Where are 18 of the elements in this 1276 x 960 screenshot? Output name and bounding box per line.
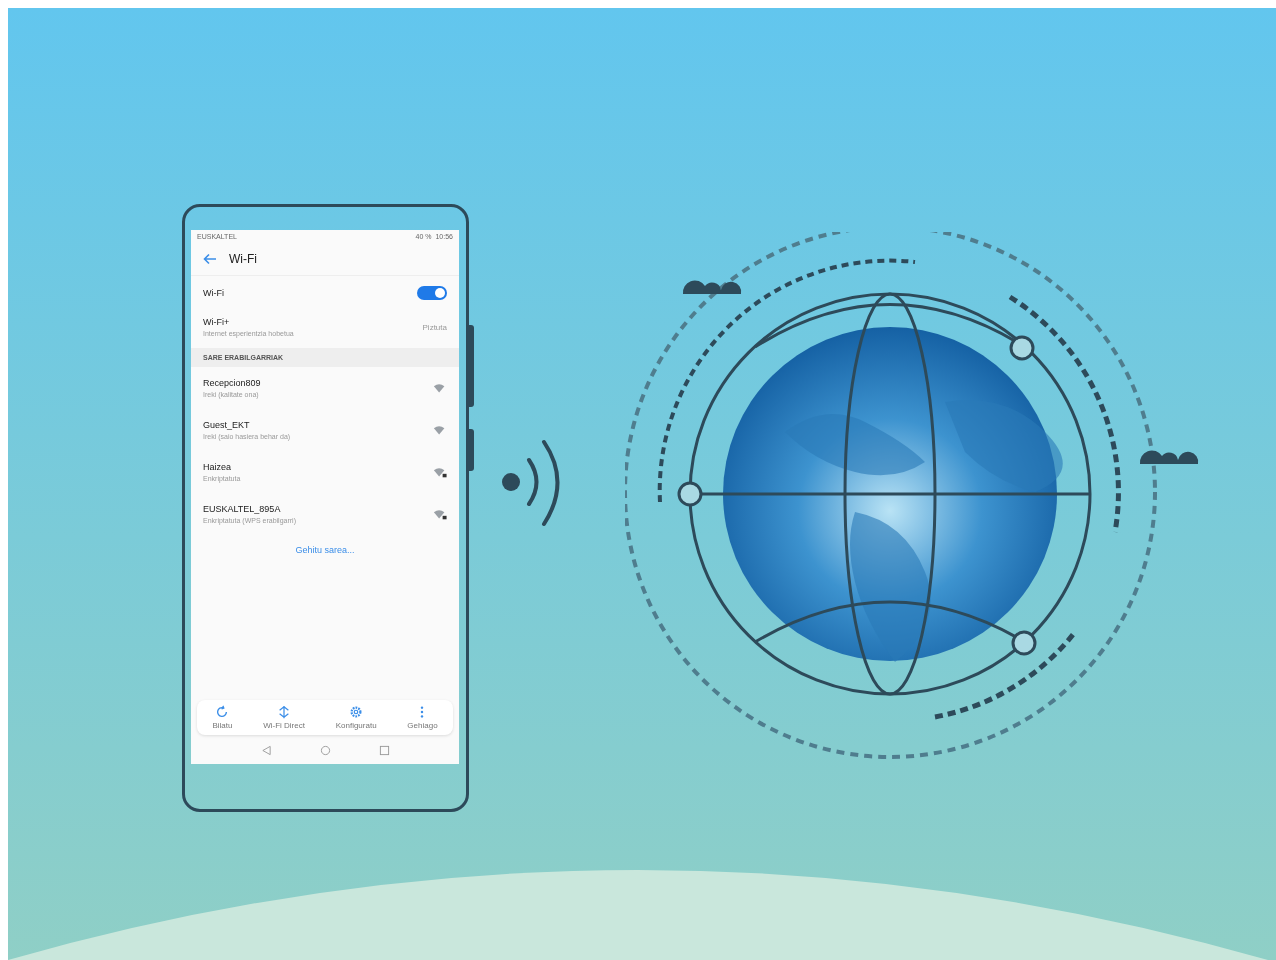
recents-nav-icon[interactable] <box>378 745 390 756</box>
toolbar-label: Konfiguratu <box>335 721 377 730</box>
wifi-plus-label: Wi-Fi+ <box>203 317 231 327</box>
network-name[interactable]: Recepcion809 <box>203 378 261 388</box>
toolbar-label: Bilatu <box>212 721 233 730</box>
refresh-icon[interactable] <box>215 705 230 719</box>
settings-icon[interactable] <box>349 705 364 719</box>
network-name[interactable]: Guest_EKT <box>203 420 291 430</box>
network-name[interactable]: EUSKALTEL_895A <box>203 504 296 514</box>
wifi-toggle[interactable] <box>417 286 447 300</box>
back-arrow-icon[interactable] <box>203 253 217 265</box>
wifi-label: Wi-Fi <box>203 288 224 298</box>
toolbar-label: Wi-Fi Direct <box>263 721 305 730</box>
toolbar-label: Gehiago <box>407 721 438 730</box>
back-nav-icon[interactable] <box>260 745 272 756</box>
network-name[interactable]: Haizea <box>203 462 241 472</box>
screen-title: Wi-Fi <box>229 252 257 266</box>
home-nav-icon[interactable] <box>319 745 331 756</box>
